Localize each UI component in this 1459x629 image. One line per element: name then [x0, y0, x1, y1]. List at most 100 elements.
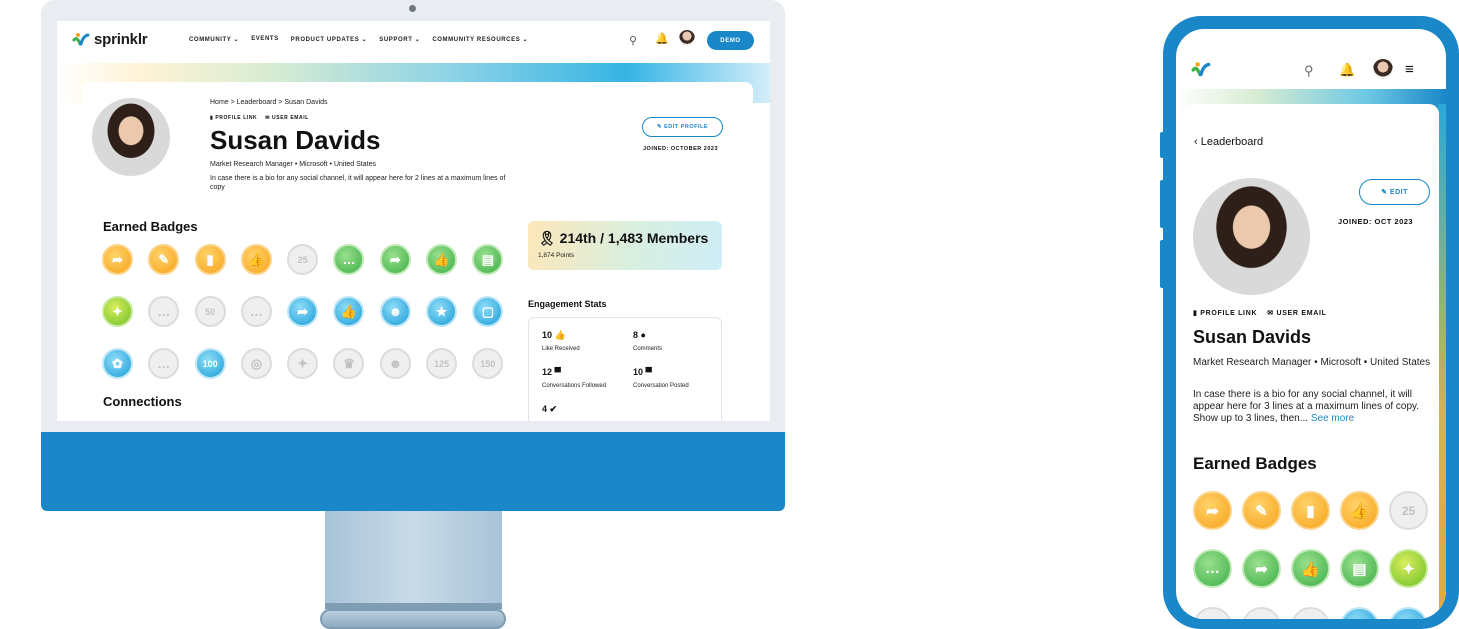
- side-gradient: [1438, 104, 1446, 619]
- badge-icon[interactable]: 25: [287, 244, 319, 275]
- badge-icon[interactable]: 25: [1389, 491, 1428, 530]
- badge-icon[interactable]: ▮: [194, 244, 226, 275]
- rank-card: 🎗 214th / 1,483 Members 1,874 Points: [528, 221, 722, 270]
- badge-icon[interactable]: ▤: [1340, 549, 1379, 588]
- badge-icon[interactable]: 👍: [1291, 549, 1330, 588]
- badge-icon[interactable]: ✦: [102, 296, 133, 327]
- earned-badges-title: Earned Badges: [103, 219, 198, 234]
- camera-dot: [409, 5, 416, 12]
- badge-icon[interactable]: 👍: [426, 244, 458, 275]
- nav-community[interactable]: COMMUNITY ⌄: [189, 36, 239, 43]
- badge-icon[interactable]: ☻: [379, 296, 411, 327]
- badge-icon[interactable]: ✿: [102, 348, 133, 379]
- nav-events[interactable]: EVENTS: [251, 36, 279, 43]
- badge-icon[interactable]: ✦: [287, 348, 319, 379]
- stat-comments-label: Comments: [633, 346, 663, 352]
- badge-icon[interactable]: [1291, 607, 1330, 619]
- bell-icon[interactable]: 🔔: [655, 32, 669, 45]
- badge-icon[interactable]: …: [240, 296, 272, 327]
- desktop-screen: sprinklr COMMUNITY ⌄ EVENTS PRODUCT UPDA…: [57, 21, 770, 421]
- demo-button[interactable]: DEMO: [707, 31, 754, 50]
- badge-icon[interactable]: [1242, 607, 1281, 619]
- badge-icon[interactable]: [1389, 607, 1428, 619]
- badge-icon[interactable]: …: [333, 244, 365, 275]
- back-to-leaderboard[interactable]: ‹ Leaderboard: [1194, 136, 1263, 148]
- profile-links: ▮ PROFILE LINK ✉ USER EMAIL: [210, 115, 309, 121]
- badge-icon[interactable]: ➦: [102, 244, 133, 275]
- edit-profile-button[interactable]: ✎ EDIT PROFILE: [642, 117, 723, 137]
- mobile-screen: ⚲ 🔔 ≡ ‹ Leaderboard ✎ EDIT JOINED: OCT 2…: [1176, 29, 1446, 619]
- joined-date: JOINED: OCTOBER 2023: [643, 146, 719, 152]
- badge-icon[interactable]: ▮: [1291, 491, 1330, 530]
- user-email-label: USER EMAIL: [272, 115, 309, 121]
- breadcrumb[interactable]: Home > Leaderboard > Susan Davids: [210, 99, 328, 106]
- badge-icon[interactable]: ✎: [1242, 491, 1281, 530]
- stat-comments-value: 8 ●: [633, 330, 646, 340]
- badge-icon[interactable]: ➦: [1193, 491, 1232, 530]
- badge-icon[interactable]: ▤: [472, 244, 504, 275]
- stat-followed-value: 12 ▀: [542, 367, 561, 377]
- badge-icon[interactable]: ★: [426, 296, 458, 327]
- profile-bio: In case there is a bio for any social ch…: [1193, 389, 1420, 424]
- engagement-stats-box: 10 👍 Like Received 8 ● Comments 12 ▀ Con…: [528, 317, 722, 421]
- brand-name: sprinklr: [94, 31, 148, 48]
- badge-icon[interactable]: ✦: [1389, 549, 1428, 588]
- stat-likes-value: 10 👍: [542, 330, 566, 340]
- search-icon[interactable]: ⚲: [629, 34, 637, 47]
- profile-bio-block: In case there is a bio for any social ch…: [1193, 389, 1433, 425]
- profile-role: Market Research Manager • Microsoft • Un…: [210, 161, 376, 168]
- badge-icon[interactable]: 125: [426, 348, 458, 379]
- badge-icon[interactable]: ▢: [472, 296, 504, 327]
- profile-link[interactable]: ▮ PROFILE LINK: [1193, 309, 1257, 317]
- badge-icon[interactable]: 50: [194, 296, 226, 327]
- stat-solutions-value: 4 ✔: [542, 404, 558, 414]
- badge-icon[interactable]: ◎: [240, 348, 272, 379]
- profile-photo: [92, 98, 170, 176]
- profile-name: Susan Davids: [210, 125, 381, 155]
- badge-icon[interactable]: …: [148, 296, 180, 327]
- nav-community-resources[interactable]: COMMUNITY RESOURCES ⌄: [432, 36, 528, 43]
- badge-icon[interactable]: ➦: [1242, 549, 1281, 588]
- badge-icon[interactable]: 👍: [333, 296, 365, 327]
- sprinklr-logo-icon[interactable]: [1191, 61, 1211, 79]
- mobile-phone: ⚲ 🔔 ≡ ‹ Leaderboard ✎ EDIT JOINED: OCT 2…: [1163, 16, 1459, 629]
- monitor-base: [320, 609, 506, 629]
- desktop-monitor: sprinklr COMMUNITY ⌄ EVENTS PRODUCT UPDA…: [41, 0, 785, 629]
- user-email-link[interactable]: ✉ USER EMAIL: [1267, 309, 1326, 317]
- profile-link[interactable]: ▮ PROFILE LINK: [210, 115, 257, 121]
- joined-date: JOINED: OCT 2023: [1338, 217, 1414, 226]
- menu-icon[interactable]: ≡: [1405, 61, 1414, 78]
- avatar[interactable]: [1373, 59, 1393, 79]
- rank-points: 1,874 Points: [538, 252, 575, 259]
- connections-title: Connections: [103, 394, 182, 409]
- badge-icon[interactable]: ☻: [379, 348, 411, 379]
- showcase: sprinklr COMMUNITY ⌄ EVENTS PRODUCT UPDA…: [0, 0, 1459, 629]
- nav-product-updates[interactable]: PRODUCT UPDATES ⌄: [291, 36, 367, 43]
- bell-icon[interactable]: 🔔: [1339, 62, 1355, 78]
- badge-icon[interactable]: 👍: [240, 244, 272, 275]
- badge-icon[interactable]: ➦: [287, 296, 319, 327]
- user-email-label: USER EMAIL: [1276, 310, 1327, 317]
- user-email-link[interactable]: ✉ USER EMAIL: [265, 115, 309, 121]
- badge-icon[interactable]: [1193, 607, 1232, 619]
- badge-icon[interactable]: ✎: [148, 244, 180, 275]
- badge-icon[interactable]: 100: [194, 348, 226, 379]
- badge-icon[interactable]: [1340, 607, 1379, 619]
- nav-support[interactable]: SUPPORT ⌄: [379, 36, 420, 43]
- badge-icon[interactable]: 👍: [1340, 491, 1379, 530]
- see-more-link[interactable]: See more: [1311, 413, 1354, 424]
- avatar[interactable]: [679, 30, 695, 46]
- brand-logo[interactable]: sprinklr: [72, 31, 148, 48]
- edit-button[interactable]: ✎ EDIT: [1359, 179, 1430, 205]
- nav-links: COMMUNITY ⌄ EVENTS PRODUCT UPDATES ⌄ SUP…: [189, 36, 528, 43]
- search-icon[interactable]: ⚲: [1304, 63, 1314, 79]
- badge-icon[interactable]: …: [148, 348, 180, 379]
- profile-role: Market Research Manager • Microsoft • Un…: [1193, 357, 1431, 368]
- profile-bio: In case there is a bio for any social ch…: [210, 175, 506, 191]
- badge-icon[interactable]: …: [1193, 549, 1232, 588]
- badge-icon[interactable]: 150: [472, 348, 504, 379]
- badge-grid: ➦ ✎ ▮ 👍 25 … ➦ 👍 ▤ ✦: [1193, 491, 1438, 619]
- badge-icon[interactable]: ➦: [379, 244, 411, 275]
- badge-icon[interactable]: ♛: [333, 348, 365, 379]
- stat-followed-label: Conversations Followed: [542, 383, 607, 389]
